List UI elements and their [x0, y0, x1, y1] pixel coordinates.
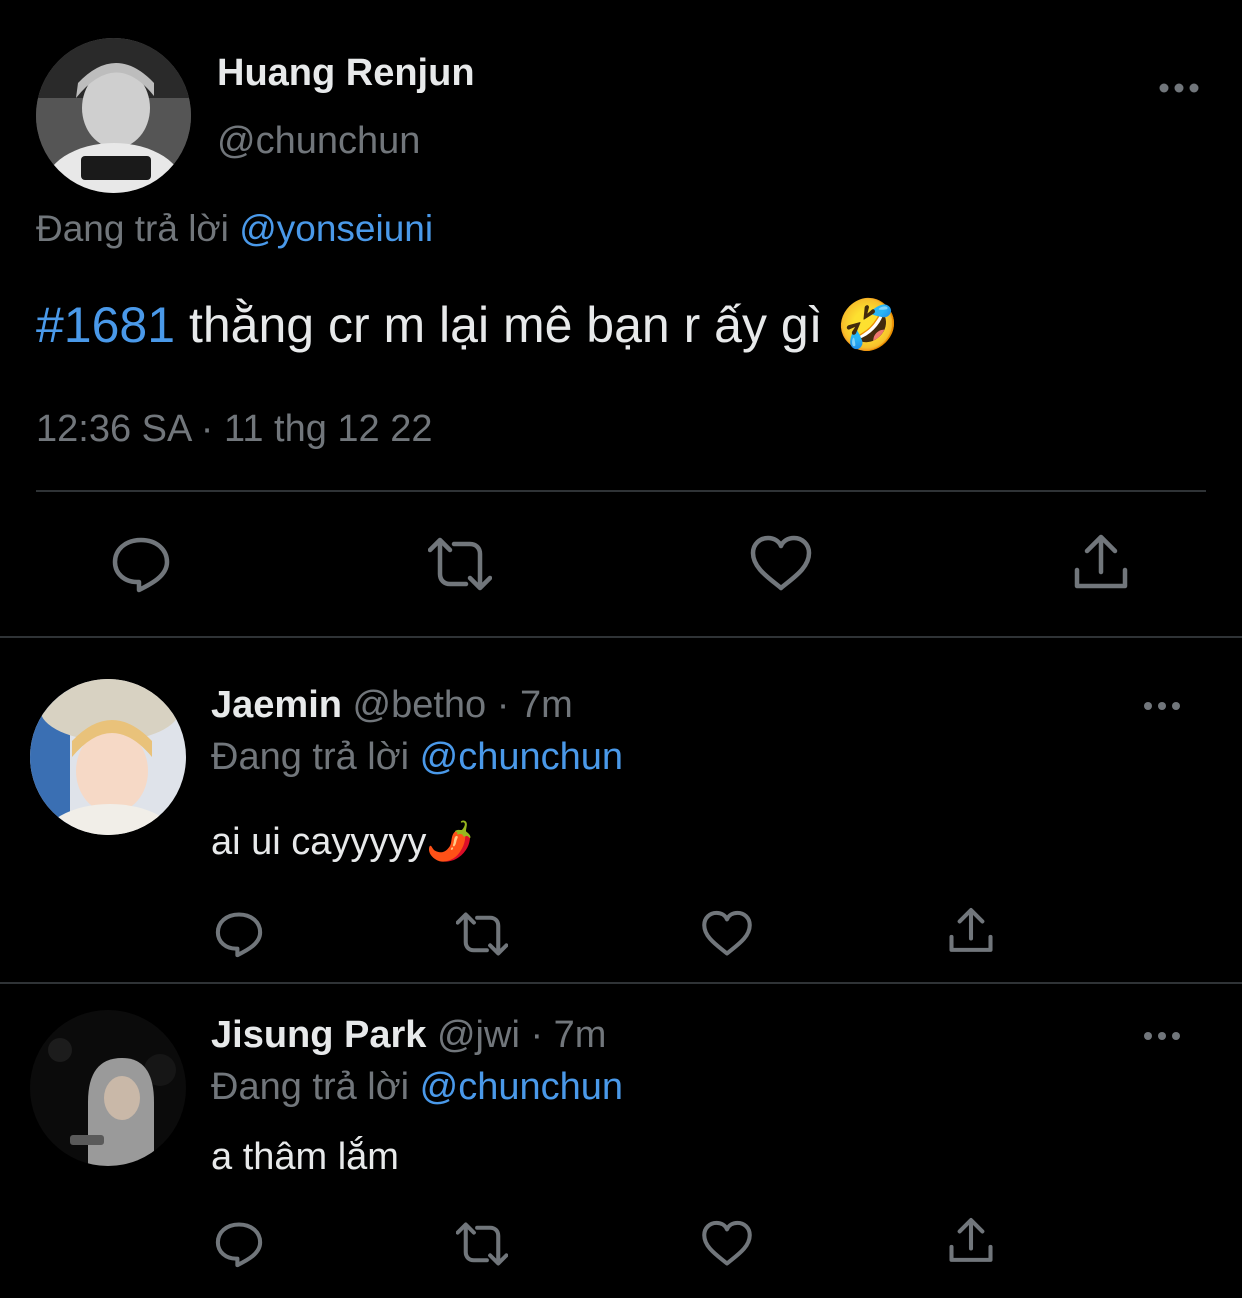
- tweet-text: #1681 thằng cr m lại mê bạn r ấy gì 🤣: [36, 296, 899, 355]
- share-icon[interactable]: [945, 906, 997, 958]
- tweet-timestamp[interactable]: 12:36 SA · 11 thg 12 22: [36, 408, 433, 451]
- replying-to-mention[interactable]: @chunchun: [420, 1066, 623, 1108]
- more-options-icon[interactable]: [1142, 696, 1182, 716]
- retweet-icon[interactable]: [428, 532, 492, 596]
- more-options-icon[interactable]: [1142, 1026, 1182, 1046]
- reply-avatar[interactable]: [30, 679, 186, 835]
- like-icon[interactable]: [701, 1218, 753, 1270]
- reply-author-name[interactable]: Jaemin: [211, 684, 342, 726]
- reply-header: Jisung Park @jwi · 7m: [211, 1014, 606, 1057]
- section-divider: [0, 636, 1242, 638]
- avatar-photo: [36, 38, 191, 193]
- retweet-icon[interactable]: [456, 908, 508, 960]
- share-icon[interactable]: [1069, 532, 1133, 596]
- author-name[interactable]: Huang Renjun: [217, 52, 475, 95]
- reply-header: Jaemin @betho · 7m: [211, 684, 573, 727]
- avatar-photo: [30, 1010, 186, 1166]
- reply-icon[interactable]: [213, 908, 265, 960]
- like-icon[interactable]: [701, 908, 753, 960]
- tweet-body: thằng cr m lại mê bạn r ấy gì 🤣: [175, 297, 899, 353]
- replying-to-label: Đang trả lời: [36, 208, 229, 249]
- reply-text: a thâm lắm: [211, 1136, 399, 1178]
- reply-avatar[interactable]: [30, 1010, 186, 1166]
- more-options-icon[interactable]: [1156, 76, 1202, 100]
- reply-icon[interactable]: [109, 532, 173, 596]
- reply-meta: @jwi · 7m: [426, 1014, 607, 1056]
- like-icon[interactable]: [749, 532, 813, 596]
- replying-to-line: Đang trả lời @chunchun: [211, 736, 623, 779]
- replying-to-line: Đang trả lời @chunchun: [211, 1066, 623, 1109]
- author-avatar[interactable]: [36, 38, 191, 193]
- divider: [36, 490, 1206, 492]
- reply-author-name[interactable]: Jisung Park: [211, 1014, 426, 1056]
- replying-to-mention[interactable]: @yonseiuni: [239, 208, 433, 249]
- avatar-photo: [30, 679, 186, 835]
- section-divider: [0, 982, 1242, 984]
- tweet-hashtag[interactable]: #1681: [36, 297, 175, 353]
- replying-to-line: Đang trả lời @yonseiuni: [36, 208, 433, 250]
- reply-icon[interactable]: [213, 1218, 265, 1270]
- retweet-icon[interactable]: [456, 1218, 508, 1270]
- replying-to-mention[interactable]: @chunchun: [420, 736, 623, 778]
- replying-to-label: Đang trả lời: [211, 736, 410, 778]
- author-handle[interactable]: @chunchun: [217, 120, 420, 163]
- replying-to-label: Đang trả lời: [211, 1066, 410, 1108]
- share-icon[interactable]: [945, 1216, 997, 1268]
- reply-meta: @betho · 7m: [341, 684, 573, 726]
- reply-text: ai ui cayyyyy🌶️: [211, 821, 474, 863]
